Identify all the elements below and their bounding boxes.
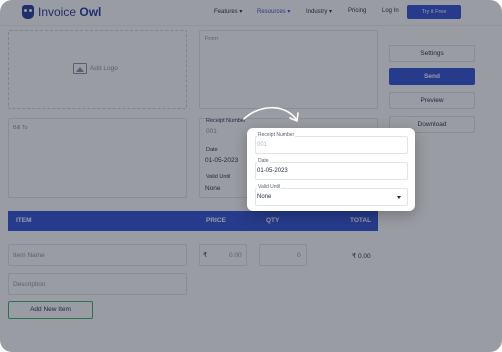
popup-receipt-number-field[interactable]	[255, 136, 408, 154]
popup-valid-until-label: Valid Until	[257, 184, 282, 190]
popup-valid-until-select[interactable]	[255, 188, 408, 206]
popup-date-label: Date	[257, 158, 270, 164]
popup-receipt-number-placeholder: 001	[257, 142, 268, 148]
receipt-details-popup: Receipt Number 001 Date 01-05-2023 Valid…	[247, 128, 415, 211]
popup-valid-until-value: None	[257, 194, 272, 200]
chevron-down-icon[interactable]	[397, 196, 401, 199]
app-frame: Invoice Owl Features ▾ Resources ▾ Indus…	[0, 0, 502, 352]
curved-arrow-icon	[243, 107, 299, 122]
popup-date-value: 01-05-2023	[257, 168, 288, 174]
popup-receipt-number-label: Receipt Number	[257, 132, 296, 138]
